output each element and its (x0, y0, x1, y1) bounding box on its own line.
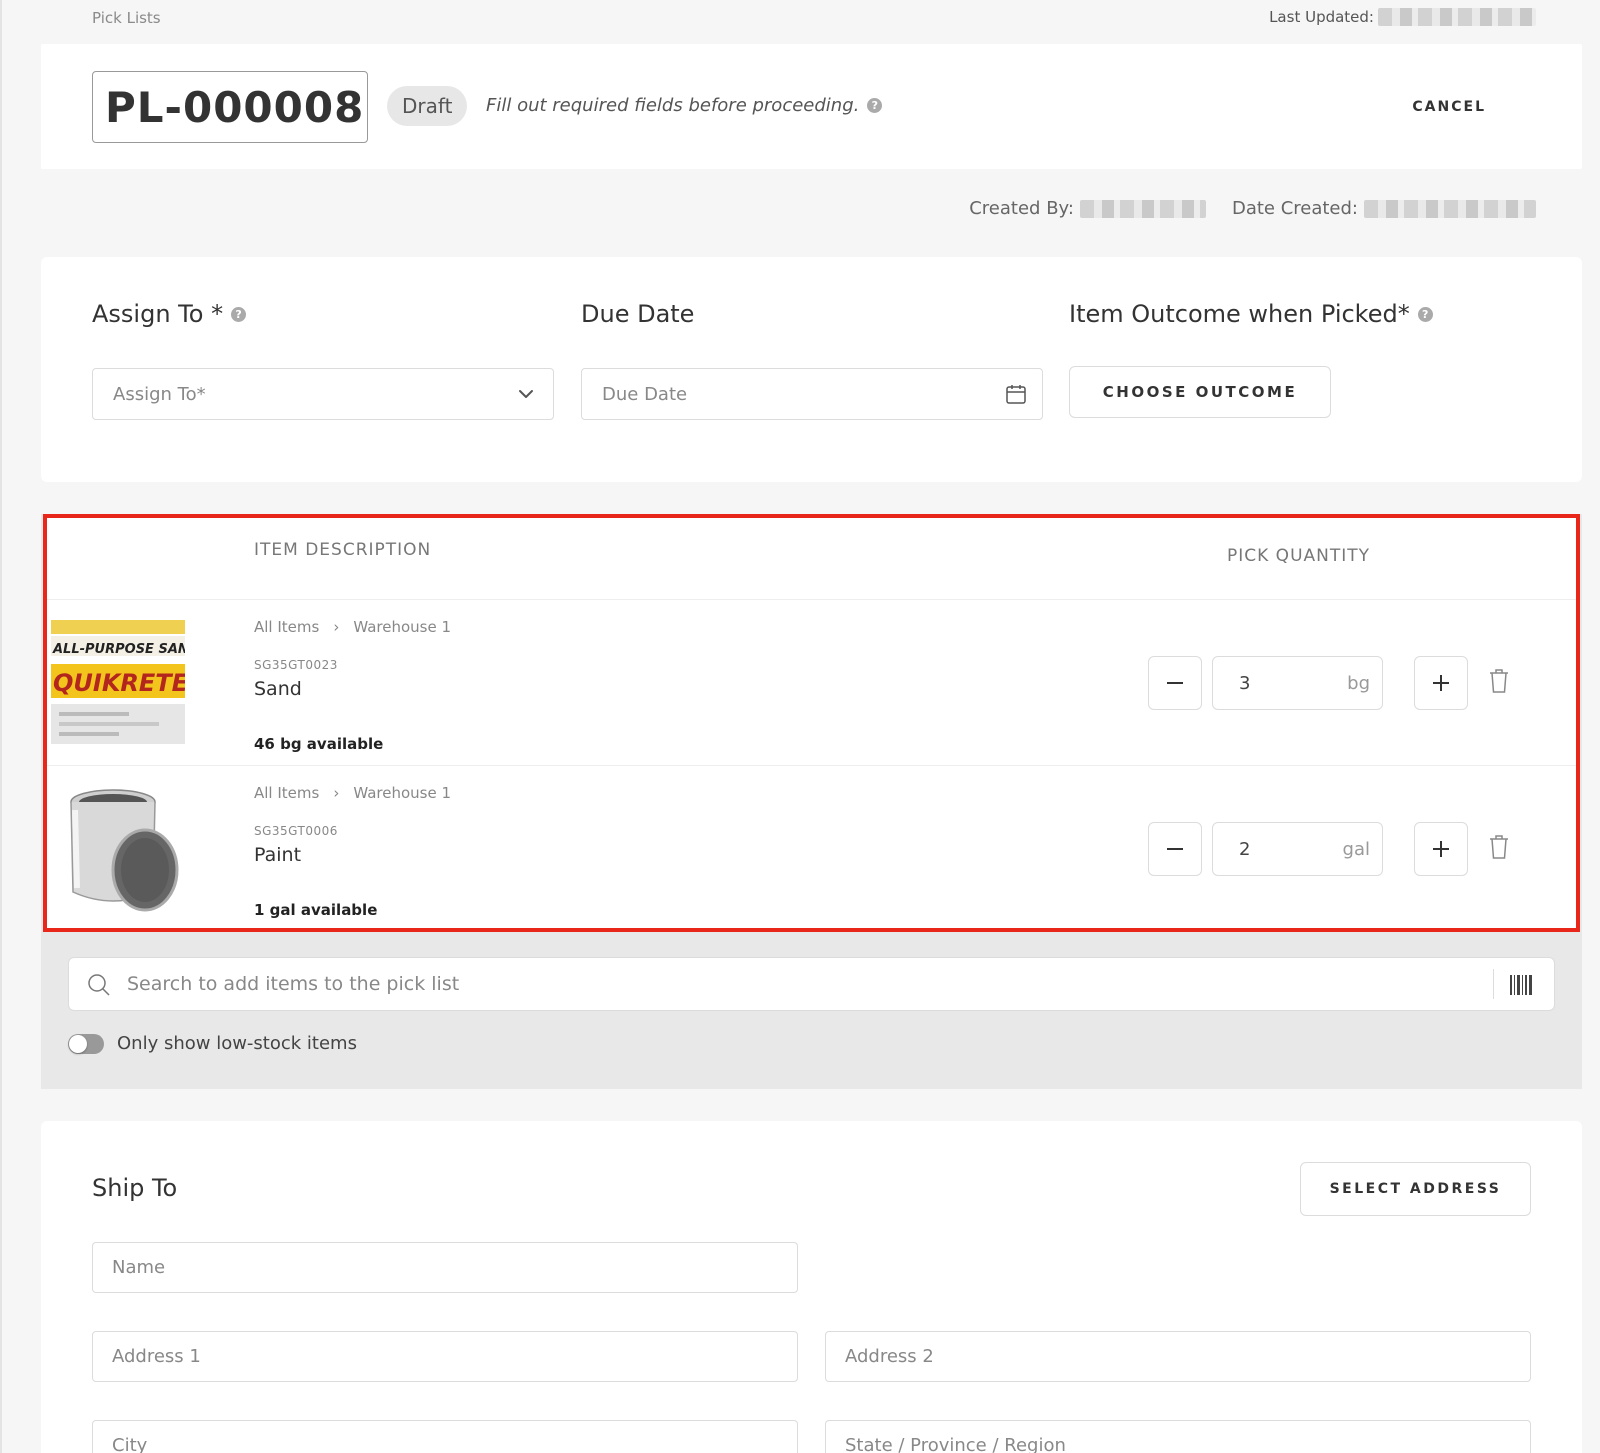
address1-field[interactable] (92, 1331, 798, 1382)
item-path: All Items › Warehouse 1 (254, 618, 451, 636)
pick-list-id[interactable]: PL-000008 (92, 71, 368, 143)
status-badge: Draft (387, 86, 468, 126)
quantity-input[interactable]: 2 gal (1212, 822, 1383, 876)
table-row: ALL-PURPOSE SAN QUIKRETE All Items › War… (47, 599, 1576, 764)
assignment-card: Assign To * ? Due Date Item Outcome when… (41, 257, 1582, 482)
path-root[interactable]: All Items (254, 618, 319, 636)
item-sku: SG35GT0006 (254, 824, 338, 838)
item-available: 46 bg available (254, 735, 384, 753)
item-outcome-label-text: Item Outcome when Picked* (1069, 300, 1410, 328)
created-meta: Created By: Date Created: (969, 198, 1536, 219)
path-location[interactable]: Warehouse 1 (353, 784, 451, 802)
due-date-placeholder: Due Date (602, 383, 688, 405)
ship-to-card: Ship To SELECT ADDRESS (41, 1121, 1582, 1453)
path-root[interactable]: All Items (254, 784, 319, 802)
due-date-input[interactable]: Due Date (581, 368, 1043, 420)
col-item-description: ITEM DESCRIPTION (254, 540, 432, 560)
paint-can-image (51, 780, 185, 916)
breadcrumb-pick-lists[interactable]: Pick Lists (92, 9, 161, 27)
due-date-label: Due Date (581, 300, 695, 328)
col-pick-quantity: PICK QUANTITY (1227, 546, 1371, 566)
cancel-button[interactable]: CANCEL (1412, 99, 1486, 115)
help-icon[interactable]: ? (1417, 306, 1433, 322)
name-field[interactable] (92, 1242, 798, 1293)
sand-bag-brand: QUIKRETE (53, 669, 185, 697)
quantity-unit: gal (1342, 838, 1370, 860)
help-icon[interactable]: ? (867, 98, 883, 113)
assign-to-select[interactable]: Assign To* (92, 368, 554, 420)
search-icon (88, 974, 110, 996)
state-field[interactable] (825, 1420, 1531, 1453)
sand-bag-image: ALL-PURPOSE SAN QUIKRETE (51, 614, 185, 750)
date-created-redacted (1364, 199, 1536, 218)
assign-to-label-text: Assign To * (92, 300, 224, 328)
increase-quantity-button[interactable] (1414, 822, 1468, 876)
quantity-value: 2 (1239, 838, 1251, 860)
date-created-label: Date Created: (1231, 198, 1358, 219)
select-address-button[interactable]: SELECT ADDRESS (1300, 1162, 1531, 1216)
city-field[interactable] (92, 1420, 798, 1453)
trash-icon[interactable] (1487, 834, 1511, 860)
item-sku: SG35GT0023 (254, 658, 338, 672)
barcode-icon[interactable] (1510, 973, 1532, 997)
low-stock-label: Only show low-stock items (117, 1033, 357, 1054)
created-by-redacted (1079, 199, 1206, 218)
sand-bag-text: ALL-PURPOSE SAN (52, 642, 185, 657)
assign-to-label: Assign To * ? (92, 300, 247, 328)
status-message: Fill out required fields before proceedi… (486, 95, 883, 116)
plus-icon (1433, 841, 1449, 857)
path-location[interactable]: Warehouse 1 (353, 618, 451, 636)
last-updated: Last Updated: (1269, 8, 1536, 26)
search-divider (1493, 969, 1494, 999)
item-outcome-label: Item Outcome when Picked* ? (1069, 300, 1433, 328)
chevron-right-icon: › (333, 618, 340, 636)
help-icon[interactable]: ? (231, 306, 247, 322)
item-path: All Items › Warehouse 1 (254, 784, 451, 802)
address2-field[interactable] (825, 1331, 1531, 1382)
item-available: 1 gal available (254, 901, 378, 919)
ship-to-title: Ship To (92, 1174, 178, 1202)
left-border (0, 0, 2, 1453)
low-stock-toggle[interactable] (68, 1033, 104, 1054)
decrease-quantity-button[interactable] (1148, 656, 1202, 710)
items-table: ITEM DESCRIPTION PICK QUANTITY ALL-PURPO… (43, 514, 1580, 932)
created-by-label: Created By: (969, 198, 1074, 219)
item-search-input[interactable]: Search to add items to the pick list (68, 957, 1555, 1011)
choose-outcome-button[interactable]: CHOOSE OUTCOME (1069, 366, 1331, 418)
last-updated-label: Last Updated: (1269, 8, 1374, 26)
last-updated-redacted (1378, 8, 1536, 26)
item-name[interactable]: Paint (254, 844, 301, 866)
pick-list-header: PL-000008 Draft Fill out required fields… (41, 44, 1582, 169)
table-row: All Items › Warehouse 1 SG35GT0006 Paint… (47, 765, 1576, 930)
quantity-value: 3 (1239, 672, 1251, 694)
search-placeholder: Search to add items to the pick list (127, 973, 460, 995)
decrease-quantity-button[interactable] (1148, 822, 1202, 876)
quantity-unit: bg (1347, 672, 1370, 694)
increase-quantity-button[interactable] (1414, 656, 1468, 710)
calendar-icon[interactable] (1004, 382, 1028, 406)
minus-icon (1167, 848, 1183, 850)
chevron-down-icon (519, 390, 533, 398)
minus-icon (1167, 682, 1183, 684)
status-message-text: Fill out required fields before proceedi… (486, 95, 860, 116)
top-bar: Pick Lists Last Updated: (0, 0, 1600, 42)
quantity-input[interactable]: 3 bg (1212, 656, 1383, 710)
chevron-right-icon: › (333, 784, 340, 802)
trash-icon[interactable] (1487, 668, 1511, 694)
assign-to-placeholder: Assign To* (113, 383, 206, 405)
items-panel: ITEM DESCRIPTION PICK QUANTITY ALL-PURPO… (41, 514, 1582, 1089)
low-stock-filter: Only show low-stock items (68, 1033, 357, 1054)
plus-icon (1433, 675, 1449, 691)
item-name[interactable]: Sand (254, 678, 302, 700)
